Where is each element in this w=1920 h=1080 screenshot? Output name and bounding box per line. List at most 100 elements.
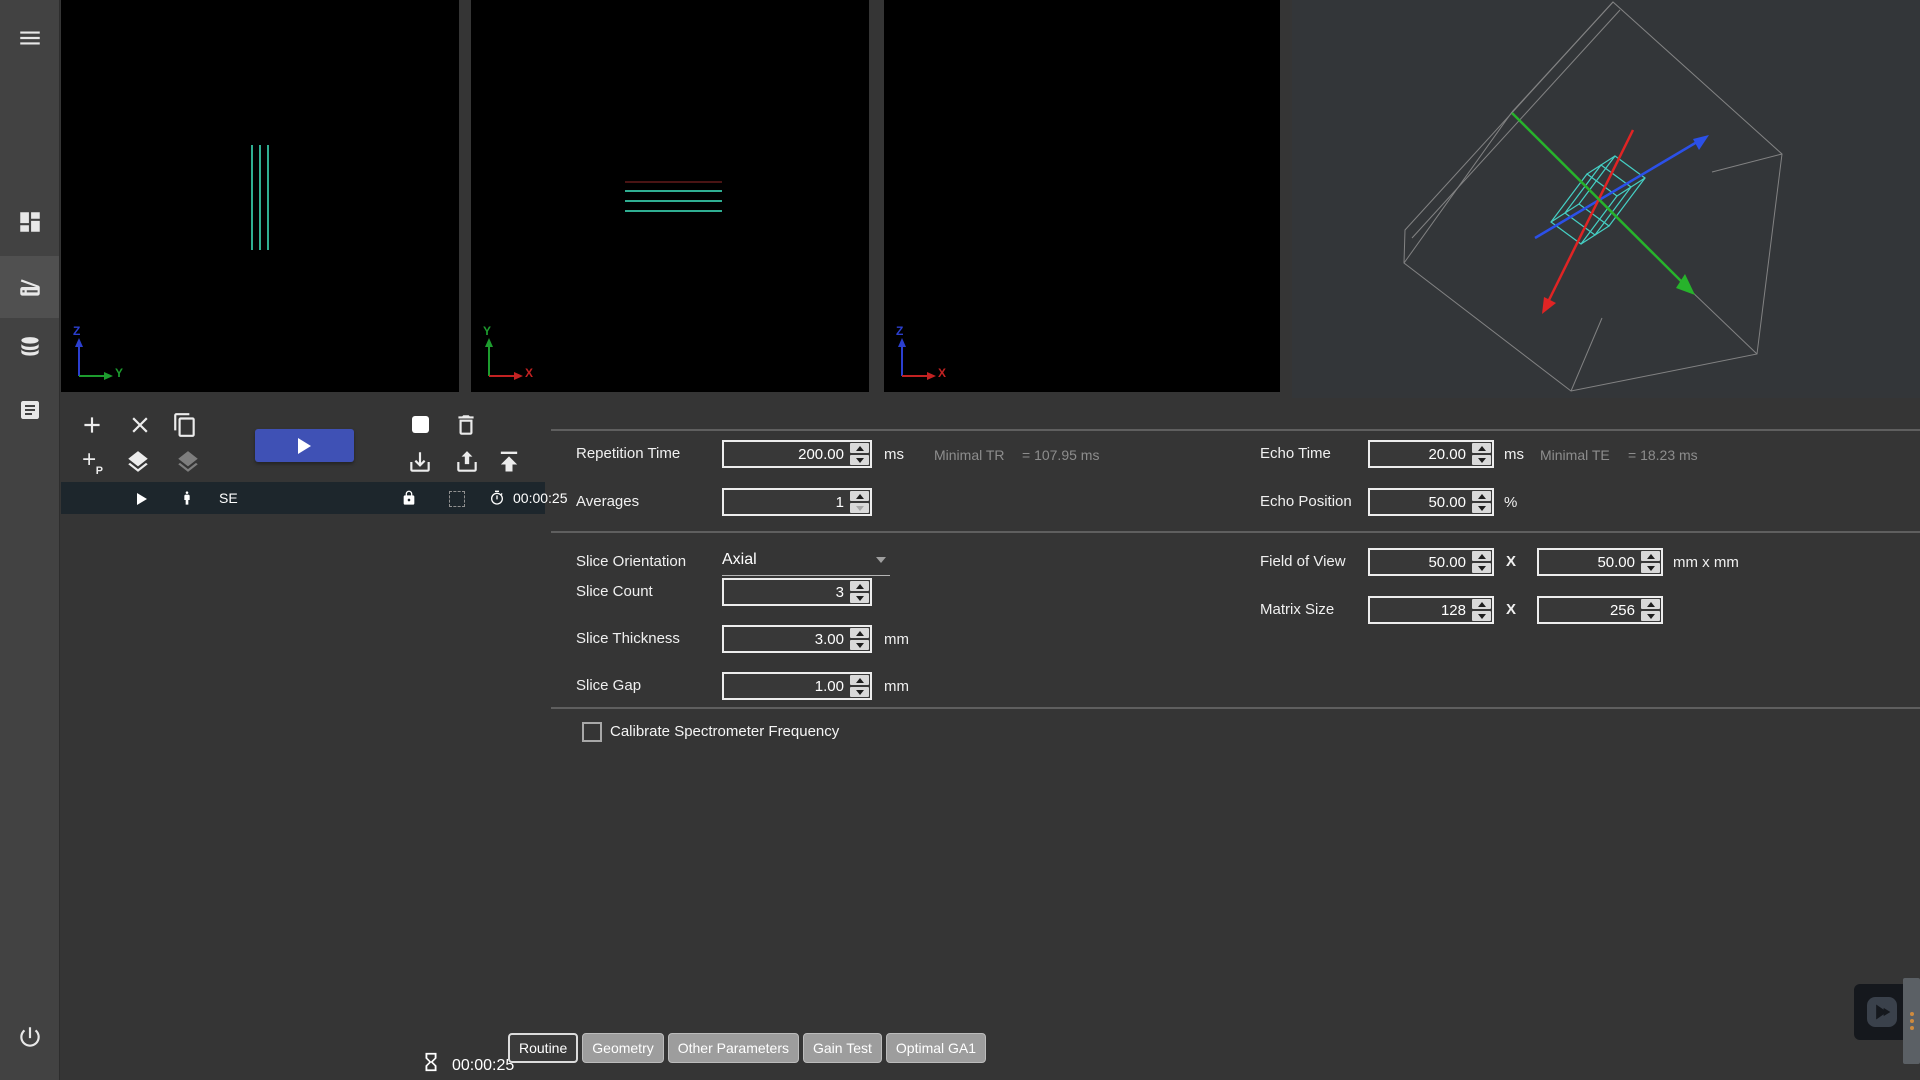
run-button[interactable] bbox=[255, 429, 354, 462]
elapsed-time: 00:00:25 bbox=[452, 1057, 514, 1075]
echo-position-label: Echo Position bbox=[1260, 492, 1352, 512]
fov-y-spinner[interactable] bbox=[1640, 550, 1661, 574]
add-protocol-button[interactable]: P bbox=[79, 449, 105, 475]
hamburger-icon bbox=[17, 25, 43, 51]
axis-indicator bbox=[67, 330, 119, 386]
matrix-y-field[interactable]: 256 bbox=[1537, 596, 1663, 624]
delete-button[interactable] bbox=[453, 412, 479, 438]
plus-p-icon: P bbox=[79, 449, 105, 475]
mri-console-app: Z Y Y X Z X bbox=[0, 0, 1920, 1080]
tab-other-parameters[interactable]: Other Parameters bbox=[668, 1033, 799, 1063]
axis-label-horizontal: Y bbox=[115, 366, 123, 380]
scanner-icon bbox=[17, 274, 43, 300]
echo-time-value[interactable]: 20.00 bbox=[1370, 442, 1471, 466]
stop-button[interactable] bbox=[412, 416, 429, 433]
slice-thickness-field[interactable]: 3.00 bbox=[722, 625, 872, 653]
selection-box-icon[interactable] bbox=[449, 491, 465, 507]
matrix-y-value[interactable]: 256 bbox=[1539, 598, 1640, 622]
viewport-yx[interactable]: Y X bbox=[471, 0, 869, 392]
download-button[interactable] bbox=[407, 449, 433, 475]
svg-text:P: P bbox=[96, 465, 103, 475]
averages-field[interactable]: 1 bbox=[722, 488, 872, 516]
slice-thickness-spinner[interactable] bbox=[849, 627, 870, 651]
sequence-row[interactable]: SE 00:00:25 bbox=[61, 482, 545, 514]
3d-scene bbox=[1292, 0, 1920, 398]
echo-position-spinner[interactable] bbox=[1471, 490, 1492, 514]
matrix-y-spinner[interactable] bbox=[1640, 598, 1661, 622]
sidebar-item-news[interactable] bbox=[0, 382, 59, 438]
matrix-x-spinner[interactable] bbox=[1471, 598, 1492, 622]
repetition-time-spinner[interactable] bbox=[849, 442, 870, 466]
sidebar-item-dashboard[interactable] bbox=[0, 194, 59, 250]
fov-x-field[interactable]: 50.00 bbox=[1368, 548, 1494, 576]
matrix-x-value[interactable]: 128 bbox=[1370, 598, 1471, 622]
repetition-time-unit: ms bbox=[884, 446, 904, 463]
section-separator bbox=[551, 707, 1920, 709]
averages-label: Averages bbox=[576, 492, 639, 512]
add-button[interactable] bbox=[79, 412, 105, 438]
repetition-time-value[interactable]: 200.00 bbox=[724, 442, 849, 466]
minimal-te-value: = 18.23 ms bbox=[1628, 447, 1698, 463]
slice-line bbox=[625, 210, 722, 212]
fov-x-spinner[interactable] bbox=[1471, 550, 1492, 574]
echo-position-value[interactable]: 50.00 bbox=[1370, 490, 1471, 514]
calibrate-label: Calibrate Spectrometer Frequency bbox=[610, 723, 839, 740]
menu-button[interactable] bbox=[0, 10, 59, 66]
repetition-time-label: Repetition Time bbox=[576, 444, 680, 464]
slice-count-spinner[interactable] bbox=[849, 580, 870, 604]
averages-value[interactable]: 1 bbox=[724, 490, 849, 514]
minimal-tr-label: Minimal TR bbox=[934, 447, 1005, 463]
download-icon bbox=[407, 449, 433, 475]
lock-icon[interactable] bbox=[401, 490, 417, 511]
slice-gap-value[interactable]: 1.00 bbox=[724, 674, 849, 698]
layers-edit-icon bbox=[175, 449, 201, 475]
viewport-zy[interactable]: Z Y bbox=[61, 0, 459, 392]
axis-label-vertical: Y bbox=[483, 324, 491, 338]
database-icon bbox=[17, 335, 43, 361]
echo-time-field[interactable]: 20.00 bbox=[1368, 440, 1494, 468]
sidebar-item-scanner[interactable] bbox=[0, 256, 59, 318]
axis-label-horizontal: X bbox=[525, 366, 533, 380]
play-icon bbox=[298, 438, 311, 454]
tab-routine[interactable]: Routine bbox=[508, 1033, 578, 1063]
edge-handle[interactable] bbox=[1903, 978, 1920, 1064]
sequence-play-icon[interactable] bbox=[137, 493, 147, 505]
sidebar-item-database[interactable] bbox=[0, 320, 59, 376]
averages-spinner[interactable] bbox=[849, 490, 870, 514]
sidebar bbox=[0, 0, 60, 1080]
slice-count-value[interactable]: 3 bbox=[724, 580, 849, 604]
axis-label-vertical: Z bbox=[73, 324, 80, 338]
tab-geometry[interactable]: Geometry bbox=[582, 1033, 663, 1063]
export-layers-button[interactable] bbox=[125, 449, 151, 475]
fov-y-value[interactable]: 50.00 bbox=[1539, 550, 1640, 574]
slice-gap-spinner[interactable] bbox=[849, 674, 870, 698]
remove-button[interactable] bbox=[127, 412, 153, 438]
viewport-zx[interactable]: Z X bbox=[884, 0, 1280, 392]
matrix-x-field[interactable]: 128 bbox=[1368, 596, 1494, 624]
echo-time-spinner[interactable] bbox=[1471, 442, 1492, 466]
edit-layers-button[interactable] bbox=[175, 449, 201, 475]
repetition-time-field[interactable]: 200.00 bbox=[722, 440, 872, 468]
slice-gap-field[interactable]: 1.00 bbox=[722, 672, 872, 700]
slice-count-field[interactable]: 3 bbox=[722, 578, 872, 606]
duplicate-button[interactable] bbox=[172, 412, 198, 438]
calibrate-checkbox[interactable] bbox=[582, 722, 602, 742]
slice-orientation-value: Axial bbox=[722, 551, 757, 569]
power-button[interactable] bbox=[0, 1009, 59, 1065]
slice-thickness-value[interactable]: 3.00 bbox=[724, 627, 849, 651]
tab-gain-test[interactable]: Gain Test bbox=[803, 1033, 882, 1063]
sequence-name: SE bbox=[219, 490, 238, 506]
upload-top-button[interactable] bbox=[495, 447, 523, 475]
echo-position-field[interactable]: 50.00 bbox=[1368, 488, 1494, 516]
tab-optimal-ga1[interactable]: Optimal GA1 bbox=[886, 1033, 986, 1063]
slice-orientation-dropdown[interactable]: Axial bbox=[722, 545, 890, 576]
fov-unit: mm x mm bbox=[1673, 554, 1739, 571]
viewport-3d[interactable] bbox=[1292, 0, 1920, 398]
minimal-te-label: Minimal TE bbox=[1540, 447, 1610, 463]
section-separator bbox=[551, 531, 1920, 533]
fov-y-field[interactable]: 50.00 bbox=[1537, 548, 1663, 576]
fov-x-value[interactable]: 50.00 bbox=[1370, 550, 1471, 574]
slice-gap-label: Slice Gap bbox=[576, 676, 641, 696]
overlay-widget-button[interactable] bbox=[1854, 984, 1910, 1040]
upload-button[interactable] bbox=[454, 449, 480, 475]
